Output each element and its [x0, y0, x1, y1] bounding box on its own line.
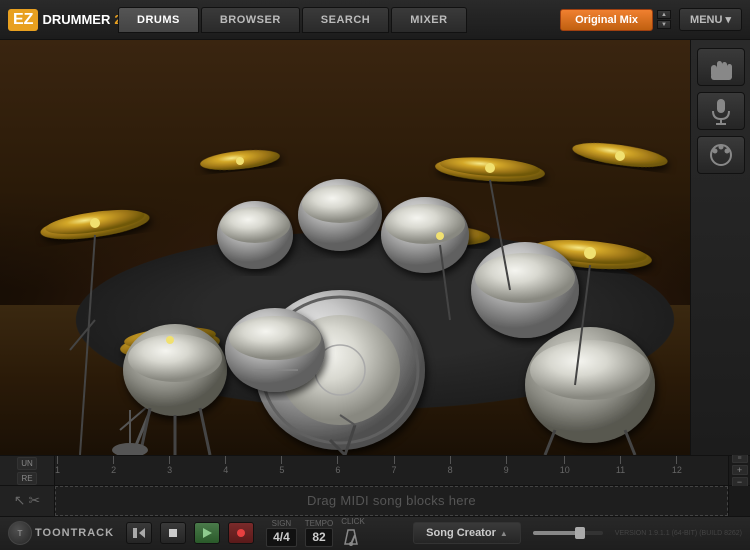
tab-search[interactable]: SEARCH	[302, 7, 389, 33]
midi-track-area: ↖ ✂ Drag MIDI song blocks here	[0, 486, 750, 516]
ruler-mark-11: 11	[616, 456, 625, 475]
toontrack-label: TOONTRACK	[35, 527, 114, 539]
bottom-section: UN RE 123456789101112 ≡ + − ↖ ✂ Drag MID…	[0, 455, 750, 550]
ruler-mark-3: 3	[167, 456, 172, 475]
nav-tabs: DRUMS bRoWSER SEARCH MIXER	[118, 7, 552, 33]
stop-icon	[168, 528, 178, 538]
right-controls-panel	[690, 40, 750, 455]
timeline-controls-left: UN RE	[0, 456, 55, 485]
mix-up-arrow[interactable]: ▲	[657, 10, 671, 19]
sign-tempo-group: SIGN 4/4 TEMPO 82 CLICK	[266, 517, 365, 549]
sign-label: SIGN	[266, 519, 297, 528]
time-signature-box[interactable]: SIGN 4/4	[266, 519, 297, 547]
original-mix-button[interactable]: Original Mix	[560, 9, 653, 31]
logo-drummer: DRUMMER	[42, 12, 110, 27]
bottom-controls: T TOONTRACK SIGN 4/4	[0, 516, 750, 550]
play-icon	[202, 527, 213, 539]
timeline-bar: UN RE 123456789101112 ≡ + −	[0, 456, 750, 486]
scroll-right-top[interactable]: ≡	[732, 454, 748, 463]
track-right	[728, 486, 750, 516]
stop-button[interactable]	[160, 522, 186, 544]
ruler-mark-5: 5	[279, 456, 284, 475]
record-dot-icon	[237, 529, 245, 537]
click-label: CLICK	[341, 517, 365, 526]
song-creator-label: Song Creator	[426, 527, 496, 539]
timeline-right: ≡ + −	[728, 456, 750, 485]
tab-mixer[interactable]: MIXER	[391, 7, 466, 33]
pointer-tool-icon[interactable]: ↖	[14, 492, 26, 509]
mix-selector: Original Mix ▲ ▼	[560, 9, 671, 31]
ruler-mark-2: 2	[111, 456, 116, 475]
song-creator-button[interactable]: Song Creator ▲	[413, 522, 521, 544]
drum-kit-svg	[0, 40, 690, 455]
drum-kit-area	[0, 40, 750, 455]
record-button[interactable]	[228, 522, 254, 544]
ruler-mark-12: 12	[672, 456, 682, 475]
ruler-mark-10: 10	[560, 456, 570, 475]
tab-drums[interactable]: DRUMS	[118, 7, 199, 33]
tambourine-icon-button[interactable]	[697, 136, 745, 174]
mix-down-arrow[interactable]: ▼	[657, 20, 671, 29]
hand-icon-button[interactable]	[697, 48, 745, 86]
metronome-icon	[341, 528, 361, 546]
tempo-label: TEMPO	[305, 519, 333, 528]
midi-drop-zone[interactable]: Drag MIDI song blocks here	[55, 486, 728, 516]
volume-slider[interactable]	[533, 531, 603, 535]
top-navigation: EZ DRUMMER 2 DRUMS bRoWSER SEARCH MIXER …	[0, 0, 750, 40]
scissors-tool-icon[interactable]: ✂	[29, 492, 41, 509]
toontrack-logo: T TOONTRACK	[8, 521, 114, 545]
redo-button[interactable]: RE	[17, 472, 36, 485]
drag-midi-text: Drag MIDI song blocks here	[307, 493, 476, 508]
ruler-mark-4: 4	[223, 456, 228, 475]
menu-button[interactable]: MENU ▾	[679, 8, 742, 31]
ruler-mark-8: 8	[448, 456, 453, 475]
sign-value: 4/4	[273, 531, 290, 544]
logo-ez: EZ	[8, 9, 38, 31]
play-button[interactable]	[194, 522, 220, 544]
undo-button[interactable]: UN	[17, 457, 37, 470]
ruler-mark-6: 6	[335, 456, 340, 475]
track-tools-left: ↖ ✂	[0, 486, 55, 516]
ruler-mark-7: 7	[392, 456, 397, 475]
zoom-in-button[interactable]: +	[732, 465, 748, 475]
ruler-mark-1: 1	[55, 456, 60, 475]
tempo-value: 82	[312, 531, 326, 544]
app-logo: EZ DRUMMER 2	[8, 9, 118, 31]
tempo-box[interactable]: TEMPO 82	[305, 519, 333, 547]
volume-thumb[interactable]	[575, 527, 585, 539]
tab-browser[interactable]: bRoWSER	[201, 7, 300, 33]
mix-arrows: ▲ ▼	[657, 10, 671, 29]
timeline-ruler: 123456789101112	[55, 456, 728, 485]
toontrack-icon: T	[8, 521, 32, 545]
ruler-mark-9: 9	[504, 456, 509, 475]
version-text: VERSION 1.9.1.1 (64-BIT) (BUILD 8262)	[615, 530, 742, 537]
microphone-icon-button[interactable]	[697, 92, 745, 130]
song-creator-arrow-icon: ▲	[500, 529, 508, 538]
rewind-icon	[133, 527, 145, 539]
rewind-button[interactable]	[126, 522, 152, 544]
click-box[interactable]: CLICK	[341, 517, 365, 549]
